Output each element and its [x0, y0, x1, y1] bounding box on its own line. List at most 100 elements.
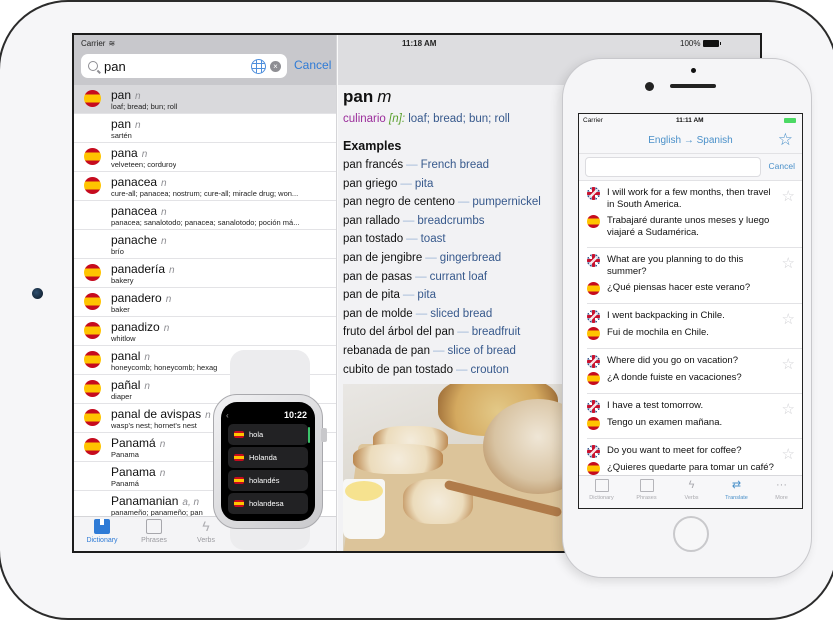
word-list-item[interactable]: panache n brío [74, 230, 336, 259]
example-item[interactable]: pan de molde — sliced bread [343, 308, 573, 321]
word-translation: whitlow [111, 334, 136, 343]
definition-text[interactable]: loaf; bread; bun; roll [408, 113, 510, 125]
word-pos: n [159, 468, 166, 479]
example-item[interactable]: pan de jengibre — gingerbread [343, 252, 573, 265]
watch-list-item[interactable]: Holanda [228, 447, 308, 468]
example-dash: — [415, 270, 427, 283]
word-list-item[interactable]: panadizo n whitlow [74, 317, 336, 346]
watch-list-item[interactable]: holandesa [228, 493, 308, 514]
watch-crown[interactable] [321, 428, 327, 442]
example-english[interactable]: French bread [421, 159, 489, 171]
search-input[interactable]: pan × [81, 54, 287, 78]
example-english[interactable]: breadfruit [472, 326, 521, 338]
example-item[interactable]: pan de pasas — currant loaf [343, 271, 573, 284]
clear-icon[interactable]: × [270, 60, 281, 72]
word-translation: baker [111, 305, 130, 314]
globe-icon[interactable] [251, 58, 266, 74]
tab-label: Dictionary [86, 537, 118, 544]
watch-item-text: hola [249, 430, 264, 439]
tab-phrases[interactable]: Phrases [126, 519, 182, 544]
back-chevron-icon[interactable]: ‹ [226, 411, 229, 420]
word-list-item[interactable]: pan n sartén [74, 114, 336, 143]
example-item[interactable]: pan tostado — toast [343, 233, 573, 246]
word-translation: Panamá [111, 479, 139, 488]
word-list-item[interactable]: panacea n panacea; sanalotodo; panacea; sa… [74, 201, 336, 230]
tab-translate[interactable]: ⇄ Translate [714, 479, 759, 501]
tab-label: Dictionary [589, 495, 614, 501]
spain-flag-icon [84, 322, 101, 339]
tab-dictionary[interactable]: Dictionary [579, 479, 624, 501]
favorites-star-icon[interactable]: ☆ [778, 130, 793, 150]
tab-label: Phrases [141, 537, 167, 544]
spain-flag-icon [587, 417, 600, 430]
example-item[interactable]: cubito de pan tostado — crouton [343, 364, 573, 377]
example-item[interactable]: pan griego — pita [343, 178, 573, 191]
word-text: pan [111, 117, 132, 131]
example-english[interactable]: gingerbread [440, 252, 501, 264]
watch-screen: ‹ 10:22 hola Holanda holandés holandesa [221, 402, 315, 521]
example-english[interactable]: toast [421, 233, 446, 245]
watch-item-text: holandesa [249, 499, 284, 508]
example-dash: — [457, 196, 470, 209]
word-list-item[interactable]: panadero n baker [74, 288, 336, 317]
example-item[interactable]: pan francés — French bread [343, 159, 573, 172]
example-english[interactable]: pumpernickel [472, 196, 540, 208]
favorite-star-icon[interactable]: ☆ [782, 445, 795, 463]
carrier-label: Carrier [583, 117, 603, 124]
example-item[interactable]: rebanada de pan — slice of bread [343, 345, 573, 358]
watch-scroll-indicator [308, 427, 310, 443]
word-translation: cure-all; panacea; nostrum; cure-all; mi… [111, 189, 299, 198]
example-item[interactable]: pan rallado — breadcrumbs [343, 215, 573, 228]
gender-label: m [377, 87, 392, 106]
favorite-star-icon[interactable]: ☆ [782, 187, 795, 205]
phrase-item[interactable]: What are you planning to do this summer?… [587, 248, 802, 304]
word-list-item[interactable]: panadería n bakery [74, 259, 336, 288]
tab-more[interactable]: ··· More [759, 479, 802, 501]
favorite-star-icon[interactable]: ☆ [782, 355, 795, 373]
example-english[interactable]: breadcrumbs [417, 215, 484, 227]
phone-cancel-button[interactable]: Cancel [769, 161, 795, 171]
example-english[interactable]: pita [415, 178, 434, 190]
word-text: panal [111, 349, 141, 363]
word-list-item[interactable]: pan n loaf; bread; bun; roll [74, 85, 336, 114]
phone-search-input[interactable] [585, 157, 761, 177]
word-pos: a, n [182, 497, 200, 508]
phrase-item[interactable]: I have a test tomorrow. Tengo un examen m… [587, 394, 802, 439]
word-pos: n [169, 265, 175, 276]
search-value[interactable]: pan [104, 59, 251, 74]
cancel-button[interactable]: Cancel [294, 58, 331, 72]
word-pos: n [135, 120, 141, 131]
watch-item-text: Holanda [249, 453, 277, 462]
phrase-item[interactable]: I went backpacking in Chile. Fui de mochi… [587, 304, 802, 349]
example-item[interactable]: pan de pita — pita [343, 289, 573, 302]
phrase-item[interactable]: Where did you go on vacation? ¿A donde fu… [587, 349, 802, 394]
example-english[interactable]: pita [417, 289, 436, 301]
phrase-item[interactable]: I will work for a few months, then trave… [587, 181, 802, 248]
spain-flag-icon [234, 477, 244, 484]
example-english[interactable]: crouton [470, 364, 508, 376]
word-list-item[interactable]: panacea n cure-all; panacea; nostrum; cure… [74, 172, 336, 201]
example-english[interactable]: currant loaf [430, 271, 488, 283]
tab-label: Verbs [197, 537, 215, 544]
watch-list-item[interactable]: hola [228, 424, 308, 445]
example-item[interactable]: fruto del árbol del pan — breadfruit [343, 326, 573, 339]
word-list-item[interactable]: pana n velveteen; corduroy [74, 143, 336, 172]
lightning-icon: ϟ [202, 518, 210, 534]
favorite-star-icon[interactable]: ☆ [782, 400, 795, 418]
example-dash: — [402, 214, 415, 227]
tab-verbs[interactable]: ϟ Verbs [669, 479, 714, 501]
example-item[interactable]: pan negro de centeno — pumpernickel [343, 196, 573, 209]
language-direction-title[interactable]: English → Spanish [579, 135, 802, 146]
watch-list-item[interactable]: holandés [228, 470, 308, 491]
favorite-star-icon[interactable]: ☆ [782, 310, 795, 328]
favorite-star-icon[interactable]: ☆ [782, 254, 795, 272]
battery-icon [784, 118, 796, 123]
home-button[interactable] [673, 516, 709, 552]
word-headword: panadero n [111, 291, 171, 305]
ipad-camera [32, 288, 43, 299]
example-english[interactable]: sliced bread [430, 308, 492, 320]
tab-phrases[interactable]: Phrases [624, 479, 669, 501]
word-headword: panache n [111, 233, 167, 247]
example-english[interactable]: slice of bread [447, 345, 515, 357]
tab-dictionary[interactable]: Dictionary [74, 519, 130, 544]
